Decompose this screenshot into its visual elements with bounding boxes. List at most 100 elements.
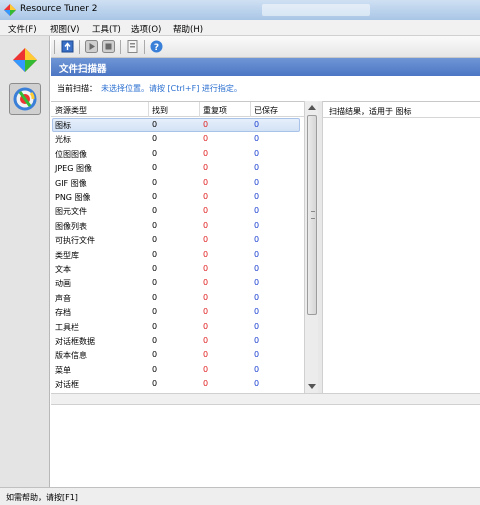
table-row[interactable]: PNG 图像 0 0 0	[51, 190, 304, 204]
column-divider	[250, 102, 251, 117]
table-row[interactable]: 菜单 0 0 0	[51, 363, 304, 377]
cell-dup: 0	[203, 235, 209, 245]
cell-saved: 0	[254, 336, 260, 345]
cell-dup: 0	[203, 278, 209, 288]
toolbar-grip	[54, 40, 55, 54]
table-row[interactable]: 类型库 0 0 0	[51, 248, 304, 262]
cell-found: 0	[152, 163, 158, 173]
horizontal-splitter[interactable]	[51, 393, 480, 405]
cell-found: 0	[152, 264, 158, 273]
cell-found: 0	[152, 134, 158, 144]
table-row[interactable]: GIF 图像 0 0 0	[51, 176, 304, 190]
cell-dup: 0	[203, 307, 209, 317]
toolbar: ?	[51, 36, 480, 58]
cell-type: 工具栏	[55, 322, 79, 332]
cell-saved: 0	[254, 350, 260, 360]
cell-type: 文本	[55, 265, 71, 274]
cell-saved: 0	[254, 163, 260, 173]
cell-type: 版本信息	[55, 351, 87, 361]
cell-saved: 0	[254, 192, 260, 201]
cell-type: 动画	[55, 279, 71, 289]
resource-table: 资源类型 找到 重复项 已保存 图标 0 0 0 光标 0 0 0 位图图像 0 0 0 JPEG 图像…	[51, 101, 304, 393]
help-icon[interactable]: ?	[150, 40, 163, 53]
row-selection-highlight	[52, 118, 300, 132]
cell-type: 图标	[55, 121, 71, 130]
table-row[interactable]: 图标 0 0 0	[51, 118, 304, 132]
table-row[interactable]: 位图图像 0 0 0	[51, 147, 304, 161]
scroll-grip-icon	[311, 211, 315, 219]
cell-dup: 0	[203, 177, 209, 187]
cell-type: 图元文件	[55, 207, 87, 217]
cell-saved: 0	[254, 264, 260, 273]
table-row[interactable]: 文本 0 0 0	[51, 262, 304, 276]
panel-header: 文件扫描器	[51, 58, 480, 76]
cell-saved: 0	[254, 249, 260, 259]
scroll-up-arrow-icon[interactable]	[308, 105, 316, 110]
table-row[interactable]: 图像列表 0 0 0	[51, 219, 304, 233]
cell-type: GIF 图像	[55, 178, 87, 188]
menu-tools[interactable]: 工具(T)	[92, 23, 121, 35]
menu-view[interactable]: 视图(V)	[50, 23, 79, 35]
cell-saved: 0	[254, 379, 260, 389]
table-vscrollbar[interactable]	[304, 101, 318, 393]
table-row[interactable]: 工具栏 0 0 0	[51, 320, 304, 334]
scan-label: 当前扫描：	[57, 84, 97, 93]
toolbar-separator	[144, 40, 145, 54]
table-row[interactable]: 光标 0 0 0	[51, 132, 304, 146]
cell-dup: 0	[203, 148, 209, 158]
menu-file[interactable]: 文件(F)	[8, 23, 37, 35]
cell-type: PNG 图像	[55, 193, 91, 202]
panel-title: 文件扫描器	[59, 64, 107, 75]
table-row[interactable]: 版本信息 0 0 0	[51, 348, 304, 362]
save-icon[interactable]	[126, 40, 139, 53]
cell-dup: 0	[203, 206, 209, 216]
cell-dup: 0	[203, 192, 209, 201]
cell-found: 0	[152, 292, 158, 302]
col-dup-header[interactable]: 重复项	[203, 105, 227, 116]
play-icon[interactable]	[85, 40, 98, 53]
title-bar: Resource Tuner 2	[0, 0, 480, 20]
left-nav-bar	[0, 36, 50, 487]
diamond-icon	[13, 48, 37, 72]
cell-type: 菜单	[55, 365, 71, 375]
scanner-icon	[13, 87, 37, 111]
scan-icon[interactable]	[61, 40, 74, 53]
cell-saved: 0	[254, 292, 260, 302]
stop-icon[interactable]	[102, 40, 115, 53]
table-row[interactable]: 可执行文件 0 0 0	[51, 233, 304, 247]
cell-found: 0	[152, 364, 158, 374]
cell-found: 0	[152, 220, 158, 230]
table-row[interactable]: 图元文件 0 0 0	[51, 204, 304, 218]
col-saved-header[interactable]: 已保存	[254, 105, 278, 116]
col-type-header[interactable]: 资源类型	[55, 105, 87, 116]
table-row[interactable]: JPEG 图像 0 0 0	[51, 161, 304, 175]
table-row[interactable]: 存档 0 0 0	[51, 305, 304, 319]
cell-found: 0	[152, 379, 158, 389]
cell-saved: 0	[254, 120, 260, 129]
table-row[interactable]: 对话框数据 0 0 0	[51, 334, 304, 348]
menu-help[interactable]: 帮助(H)	[173, 23, 203, 35]
table-row[interactable]: 声音 0 0 0	[51, 291, 304, 305]
scroll-thumb[interactable]	[307, 115, 317, 315]
scroll-down-arrow-icon[interactable]	[308, 384, 316, 389]
cell-dup: 0	[203, 220, 209, 230]
cell-found: 0	[152, 278, 158, 288]
table-row[interactable]: 动画 0 0 0	[51, 276, 304, 290]
menu-options[interactable]: 选项(O)	[131, 23, 161, 35]
cell-found: 0	[152, 148, 158, 158]
cell-dup: 0	[203, 292, 209, 302]
status-text: 如需帮助，请按[F1]	[6, 493, 78, 502]
scan-hint-link[interactable]: 未选择位置。请按 [Ctrl+F] 进行指定。	[101, 83, 242, 94]
svg-text:?: ?	[154, 43, 159, 53]
table-row[interactable]: 对话框 0 0 0	[51, 377, 304, 391]
cell-found: 0	[152, 249, 158, 259]
menu-bar: 文件(F) 视图(V) 工具(T) 选项(O) 帮助(H)	[0, 20, 480, 36]
cell-type: 图像列表	[55, 221, 87, 231]
results-pane: 扫描结果，适用于 图标	[322, 101, 480, 393]
column-divider	[148, 102, 149, 117]
nav-resource-tuner[interactable]	[9, 44, 41, 76]
cell-dup: 0	[203, 350, 209, 360]
nav-file-scanner[interactable]	[9, 83, 41, 115]
cell-saved: 0	[254, 321, 260, 331]
col-found-header[interactable]: 找到	[152, 105, 168, 116]
